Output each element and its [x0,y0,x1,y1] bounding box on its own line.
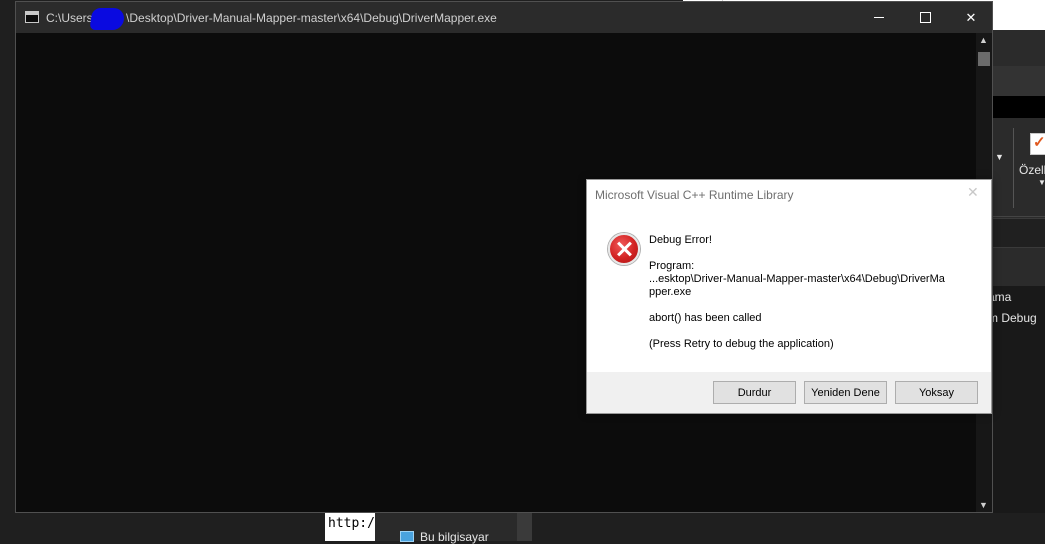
dialog-close-icon[interactable]: ✕ [967,184,979,201]
background-text-editor: http:/ [325,513,375,541]
ribbon-separator [1013,128,1014,208]
maximize-button[interactable] [902,2,948,33]
close-button[interactable]: ✕ [948,2,994,33]
console-app-icon[interactable] [25,11,39,23]
title-path-prefix: C:\Users\ [46,11,97,25]
maximize-icon [919,12,931,23]
dialog-button-bar: Durdur Yeniden Dene Yoksay [587,372,991,413]
scroll-down-icon[interactable]: ▼ [979,500,988,510]
program-label: Program: [649,260,695,272]
minimize-icon [874,17,884,18]
computer-icon [400,531,414,542]
abort-button[interactable]: Durdur [713,381,796,404]
scroll-up-icon[interactable]: ▲ [979,35,988,45]
background-address-bar[interactable] [993,218,1045,248]
dialog-title: Microsoft Visual C++ Runtime Library [595,188,794,202]
program-path-line-2: pper.exe [649,286,692,298]
error-message: abort() has been called [649,312,762,324]
background-scrollbar[interactable] [517,513,532,541]
redaction-scribble [89,8,126,30]
chevron-down-icon[interactable]: ▼ [1038,178,1045,187]
background-explorer-band [993,96,1045,118]
program-path-line-1: ...esktop\Driver-Manual-Mapper-master\x6… [649,273,945,285]
background-explorer-toolbar [993,66,1045,96]
retry-button[interactable]: Yeniden Dene [804,381,887,404]
minimize-button[interactable] [856,2,902,33]
error-dialog: Microsoft Visual C++ Runtime Library ✕ D… [586,179,992,414]
error-icon [608,233,640,265]
ribbon-button-label[interactable]: Özell [1019,163,1045,177]
editor-text: http:/ [328,516,375,531]
checkbox-icon[interactable]: ✓ [1030,133,1045,155]
background-list-header [993,256,1045,286]
nav-item-this-pc[interactable]: Bu bilgisayar [420,530,489,544]
console-title-bar[interactable]: C:\Users\ \Desktop\Driver-Manual-Mapper-m… [16,2,992,33]
scrollbar-thumb[interactable] [978,52,990,66]
chevron-down-icon[interactable]: ▼ [995,152,1004,162]
title-path-suffix: \Desktop\Driver-Manual-Mapper-master\x64… [126,11,497,25]
error-hint: (Press Retry to debug the application) [649,338,834,350]
close-icon: ✕ [965,9,977,25]
ignore-button[interactable]: Yoksay [895,381,978,404]
error-heading: Debug Error! [649,234,712,246]
list-item[interactable]: m Debug [988,311,1037,325]
